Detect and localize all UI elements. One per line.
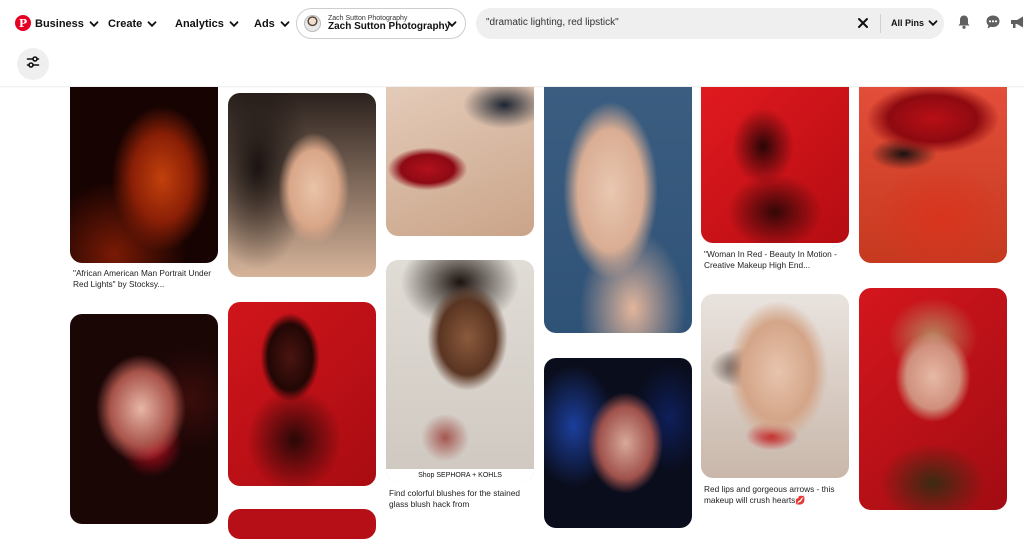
pinterest-logo[interactable]: P (15, 15, 31, 31)
pin-caption[interactable]: "African American Man Portrait Under Red… (73, 268, 218, 292)
nav-business-label: Business (35, 18, 84, 30)
megaphone-icon[interactable] (1009, 14, 1024, 30)
nav-business[interactable]: Business (35, 16, 99, 32)
search-bar[interactable]: "dramatic lighting, red lipstick" All Pi… (476, 8, 944, 39)
chevron-down-icon (147, 19, 157, 29)
pin-image[interactable] (859, 87, 1007, 263)
filter-button[interactable] (17, 48, 49, 80)
chevron-down-icon (229, 19, 239, 29)
pin-caption[interactable]: Red lips and gorgeous arrows - this make… (704, 484, 849, 507)
nav-ads-label: Ads (254, 18, 275, 30)
pin-image[interactable] (70, 314, 218, 524)
chevron-down-icon (89, 19, 99, 29)
nav-analytics[interactable]: Analytics (175, 16, 239, 32)
pin-caption[interactable]: "Woman In Red - Beauty In Motion - Creat… (704, 249, 849, 283)
search-divider (880, 14, 881, 33)
search-scope-dropdown[interactable]: All Pins (891, 18, 938, 28)
pin-image[interactable] (701, 294, 849, 478)
account-name: Zach Sutton Photography (328, 20, 451, 32)
pin-image[interactable] (228, 509, 376, 539)
pin-image[interactable] (544, 358, 692, 528)
account-name-block: Zach Sutton Photography Zach Sutton Phot… (328, 15, 450, 33)
chevron-down-icon (280, 19, 290, 29)
pin-image[interactable] (386, 87, 534, 236)
pin-image[interactable]: Shop SEPHORA + KOHLS (386, 260, 534, 482)
close-icon[interactable] (856, 16, 870, 30)
search-scope-label: All Pins (891, 18, 925, 28)
chevron-down-icon (928, 18, 938, 28)
filter-sliders-icon (26, 55, 40, 74)
messages-icon[interactable] (985, 14, 1001, 30)
pin-image[interactable] (859, 288, 1007, 510)
nav-analytics-label: Analytics (175, 18, 224, 30)
nav-ads[interactable]: Ads (254, 16, 290, 32)
shop-bar[interactable]: Shop SEPHORA + KOHLS (386, 469, 534, 482)
pin-image[interactable] (228, 93, 376, 277)
search-input[interactable]: "dramatic lighting, red lipstick" (486, 17, 619, 28)
chevron-down-icon (447, 19, 457, 29)
nav-create[interactable]: Create (108, 16, 157, 32)
pin-image[interactable] (701, 87, 849, 243)
account-switcher[interactable]: Zach Sutton Photography Zach Sutton Phot… (296, 8, 466, 39)
pin-image[interactable] (544, 87, 692, 333)
nav-create-label: Create (108, 18, 143, 30)
top-navigation: P Business Create Analytics Ads Zach Sut… (0, 0, 1024, 46)
pin-caption[interactable]: Find colorful blushes for the stained gl… (389, 488, 534, 511)
avatar (304, 15, 321, 32)
pin-image[interactable] (70, 87, 218, 263)
bell-icon[interactable] (956, 14, 972, 30)
pin-image[interactable] (228, 302, 376, 486)
